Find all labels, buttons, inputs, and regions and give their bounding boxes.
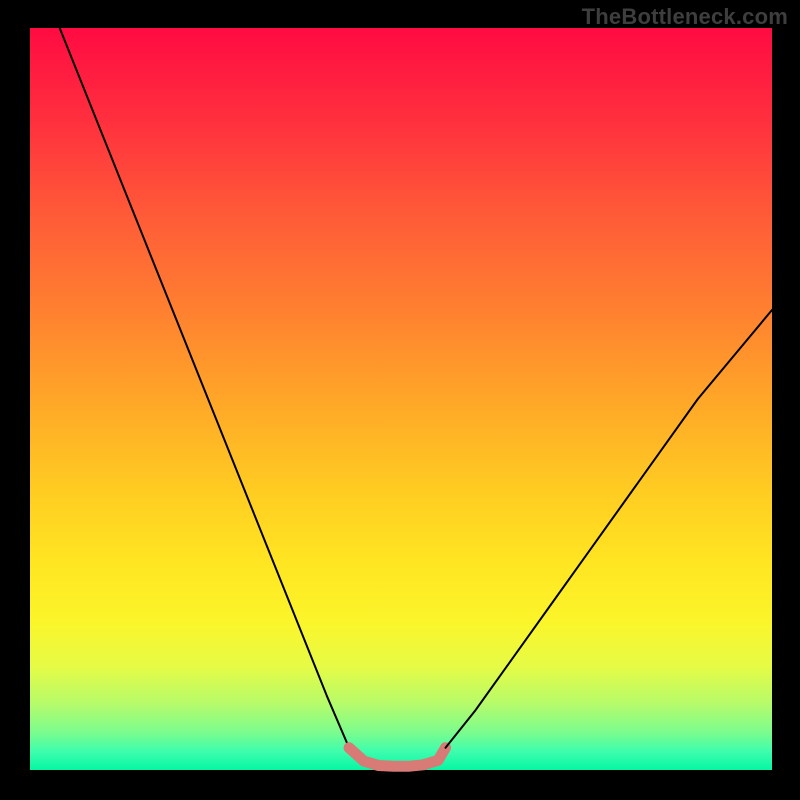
bottleneck-chart xyxy=(0,0,800,800)
chart-frame: TheBottleneck.com xyxy=(0,0,800,800)
plot-background xyxy=(30,28,772,770)
watermark-text: TheBottleneck.com xyxy=(582,4,788,30)
